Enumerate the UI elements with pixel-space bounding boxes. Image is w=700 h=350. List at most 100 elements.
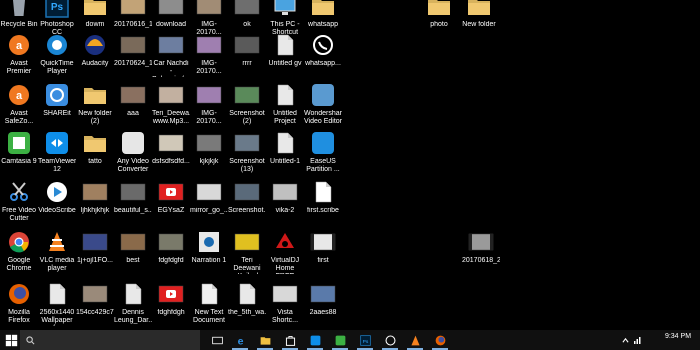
desktop-icon[interactable]: This PC - Shortcut — [266, 0, 304, 37]
desktop-icon[interactable]: 2aaes88 — [304, 282, 342, 317]
desktop-icon[interactable]: Screenshot (2) — [228, 83, 266, 126]
desktop-icon[interactable]: 2560x1440 Wallpaper f... — [38, 282, 76, 326]
desktop-icon[interactable]: Free Video Cutter — [0, 180, 38, 223]
desktop-icon[interactable]: 154cc429c7... — [76, 282, 114, 317]
desktop-icon[interactable]: New folder — [460, 0, 498, 29]
chevron-up-icon[interactable] — [622, 337, 629, 344]
desktop-icon[interactable]: vika-2 — [266, 180, 304, 215]
desktop-icon[interactable]: EGYsaZ — [152, 180, 190, 215]
desktop-icon[interactable]: TeamViewer 12 — [38, 131, 76, 174]
youtube-thumb-icon — [158, 183, 184, 201]
taskbar-pinned-file-explorer[interactable] — [254, 330, 276, 350]
desktop-icon[interactable]: whatsapp... — [304, 33, 342, 68]
image-thumb-icon — [120, 183, 146, 201]
taskbar-clock[interactable]: 9:34 PM — [664, 333, 692, 341]
desktop-icon[interactable]: Car Nachdi - Bohemia (... — [152, 33, 190, 77]
network-icon[interactable] — [633, 336, 641, 344]
desktop-icon-label: Wondershare Video Editor — [304, 110, 342, 125]
desktop-icon[interactable]: download — [152, 0, 190, 29]
desktop-icon[interactable]: aaa — [114, 83, 152, 118]
taskbar-pinned-whatsapp[interactable] — [379, 330, 401, 350]
desktop-icon[interactable]: 20170618_2... — [462, 230, 500, 265]
desktop-icon[interactable]: Mozilla Firefox — [0, 282, 38, 325]
desktop-icon[interactable]: ljhkhjkhjk — [76, 180, 114, 215]
desktop-icon[interactable]: 20170624_1... — [114, 33, 152, 68]
desktop-icon[interactable]: Untitled gv — [266, 33, 304, 68]
desktop-icon[interactable]: first — [304, 230, 342, 265]
desktop-icon[interactable]: VideoScribe — [38, 180, 76, 215]
whatsapp-icon — [313, 35, 333, 55]
desktop-icon[interactable]: best — [114, 230, 152, 265]
desktop-icon[interactable]: Wondershare Video Editor — [304, 83, 342, 126]
svg-text:a: a — [16, 40, 23, 52]
desktop-icon[interactable]: Recycle Bin — [0, 0, 38, 29]
desktop-icon[interactable]: New Text Document — [190, 282, 228, 325]
desktop-icon-label: Screenshot... — [228, 207, 266, 214]
desktop-icon[interactable]: EaseUS Partition ... — [304, 131, 342, 174]
desktop-icon-label: aaa — [127, 110, 139, 117]
desktop-icon[interactable]: QuickTime Player — [38, 33, 76, 76]
desktop-icon[interactable]: a Avast Premier — [0, 33, 38, 76]
desktop-icon[interactable]: 20170616_1... — [114, 0, 152, 29]
document-icon — [277, 84, 294, 106]
taskbar-pinned-store[interactable] — [279, 330, 301, 350]
desktop-icon[interactable]: kjkjkjk — [190, 131, 228, 166]
taskbar-pinned-camtasia[interactable] — [329, 330, 351, 350]
desktop-icon[interactable]: beautiful_s... — [114, 180, 152, 215]
desktop-icon[interactable]: Any Video Converter — [114, 131, 152, 174]
desktop-icon[interactable]: Screenshot (13) — [228, 131, 266, 174]
taskbar-pinned-firefox[interactable] — [429, 330, 451, 350]
desktop-icon[interactable]: IMG-20170... — [190, 83, 228, 126]
image-thumb-icon — [120, 86, 146, 104]
taskbar-pinned-task-view[interactable] — [206, 330, 228, 350]
desktop-icon[interactable]: Untitled Project — [266, 83, 304, 126]
desktop-icon[interactable]: a Avast SafeZo... — [0, 83, 38, 126]
desktop-icon[interactable]: IMG-20170... — [190, 0, 228, 37]
desktop-icon[interactable]: Vista Shortc... — [266, 282, 304, 325]
desktop-icon[interactable]: Dennis Leung_Dar... — [114, 282, 152, 325]
taskbar-pinned-vlc[interactable] — [404, 330, 426, 350]
image-thumb-icon — [234, 134, 260, 152]
desktop-icon[interactable]: mirror_go_... — [190, 180, 228, 215]
desktop-icon[interactable]: New folder (2) — [76, 83, 114, 126]
desktop-icon[interactable]: first.scribe — [304, 180, 342, 215]
desktop-icon[interactable]: photo — [420, 0, 458, 29]
desktop-icon-label: mirror_go_... — [190, 207, 228, 214]
start-button[interactable] — [0, 330, 22, 350]
desktop-icon[interactable]: Google Chrome — [0, 230, 38, 273]
desktop-icon[interactable]: VirtualDJ Home FREE — [266, 230, 304, 274]
desktop-icon-label: Teri Deewani - Kailash K... — [233, 257, 261, 274]
desktop-icon[interactable]: rrrr — [228, 33, 266, 68]
clock-time: 9:34 PM — [664, 333, 692, 340]
desktop-icon[interactable]: Untitled-1 — [266, 131, 304, 166]
desktop-icon[interactable]: Narration 1 — [190, 230, 228, 265]
taskbar-pinned-teamviewer[interactable] — [304, 330, 326, 350]
desktop-icon[interactable]: Teri_Deewa... www.Mp3... — [152, 83, 190, 126]
desktop-icon[interactable]: Ps Photoshop CC — [38, 0, 76, 37]
desktop-icon[interactable]: VLC media player — [38, 230, 76, 273]
desktop-icon[interactable]: whatsapp — [304, 0, 342, 29]
desktop-icon[interactable]: 1j+ojl1FO... — [76, 230, 114, 265]
desktop-icon[interactable]: dsfsdfsdfd... — [152, 131, 190, 166]
desktop-icon[interactable]: Camtasia 9 — [0, 131, 38, 166]
desktop-icon-label: best — [126, 257, 140, 264]
desktop-icon[interactable]: Audacity — [76, 33, 114, 68]
desktop-icon-label: rrrr — [242, 60, 252, 67]
desktop-icon[interactable]: ok — [228, 0, 266, 29]
desktop-icon[interactable]: fdgfdgfd — [152, 230, 190, 265]
taskbar-search-box[interactable] — [20, 330, 200, 350]
desktop-icon[interactable]: the_5th_wa... — [228, 282, 266, 317]
taskbar-pinned-photoshop[interactable]: Ps — [354, 330, 376, 350]
desktop-icon-label: the_5th_wa... — [228, 309, 266, 316]
desktop[interactable]: Recycle BinPsPhotoshop CC dowm 20170616_1.… — [0, 0, 700, 330]
desktop-icon[interactable]: dowm — [76, 0, 114, 29]
image-thumb-icon — [234, 0, 260, 15]
desktop-icon[interactable]: IMG-20170... — [190, 33, 228, 76]
desktop-icon[interactable]: fdghfdgh — [152, 282, 190, 317]
desktop-icon[interactable]: tatto — [76, 131, 114, 166]
desktop-icon[interactable]: SHAREit — [38, 83, 76, 118]
image-thumb-icon — [234, 36, 260, 54]
desktop-icon[interactable]: Teri Deewani - Kailash K... — [228, 230, 266, 274]
taskbar-pinned-edge[interactable]: e — [229, 330, 251, 350]
desktop-icon[interactable]: Screenshot... — [228, 180, 266, 215]
